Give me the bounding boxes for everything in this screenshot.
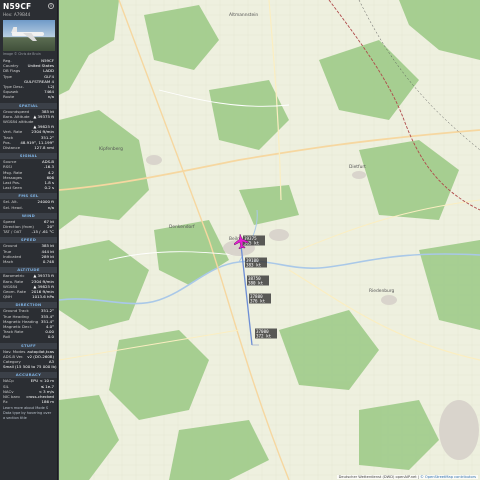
info-row-label: Mach [3,259,14,265]
info-row-label: Type [3,73,12,79]
info-row-label: Roll [3,334,11,340]
info-row-value: Small (15 500 to 75 000 lb) [3,364,57,370]
town-label: Kipfenberg [99,146,123,152]
track-data-label-line2: 372 kt [256,334,272,339]
info-row-label: WGS84 altitude [3,119,34,125]
info-row-value: 1013.6 hPa [32,294,54,300]
info-row-value: n/a [47,94,54,100]
track-data-label: 38750380 kt [247,275,269,286]
attribution-text: Deutscher Wetterdienst (DWD) openAIP.net [338,475,417,479]
photo-credit: Image © Chris de Bruin [3,52,41,56]
map-canvas[interactable]: AltmannsteinKipfenbergBeilngriesDenkendo… [59,0,480,480]
info-row-value: 0.0 [47,334,54,340]
info-row-label: Rc [3,399,8,405]
aircraft-info-list: Reg. N59CF Country United States DB Flags LAD… [0,58,57,100]
info-row-label: Route [3,94,15,100]
hex-code: Hex: A79B44 [3,12,54,17]
info-row: Roll 0.0 [0,334,57,339]
info-row-value: 186 m [41,399,54,405]
track-data-label: 37000372 kt [255,328,277,339]
callsign: N59CF [3,2,32,11]
info-row: QNH 1013.6 hPa [0,294,57,299]
hex-value: A79B44 [13,12,31,17]
track-data-label-line2: 380 kt [248,281,264,286]
info-row: Mach 0.748 [0,259,57,264]
info-row: Last Seen 0.2 s [0,185,57,190]
info-row-label: Last Seen [3,185,23,191]
map-attribution: Deutscher Wetterdienst (DWD) openAIP.net… [336,475,478,479]
track-data-label: 39100383 kt [245,257,267,268]
town-label: Altmannstein [229,12,258,18]
town-label: Riedenburg [369,288,395,294]
sidebar-header: N59CF Hex: A79B44 × [0,0,57,20]
info-row-label: Distance [3,145,21,151]
close-icon[interactable]: × [48,3,54,9]
town-label: Denkendorf [169,224,195,230]
info-row: Small (15 500 to 75 000 lb) [0,364,57,369]
info-row-value: 0.2 s [44,185,54,191]
info-row: TAT / OAT -15 / -61 °C [0,229,57,234]
aircraft-info-sidebar: N59CF Hex: A79B44 × Image © Chris de Bru… [0,0,58,480]
info-row-label: QNH [3,294,12,300]
map-view[interactable]: AltmannsteinKipfenbergBeilngriesDenkendo… [59,0,480,480]
info-sections: SPATIAL Groundspeed 385 kt Baro. Altitude ▲ … [0,102,57,405]
info-row-value: -15 / -61 °C [31,229,54,235]
attribution-link[interactable]: © OpenStreetMap contributors [420,475,476,479]
hex-label: Hex: [3,12,13,17]
aircraft-photo[interactable] [3,20,55,51]
track-data-label-line2: 383 kt [246,263,262,268]
info-row: Route n/a [0,94,57,99]
info-row-value: ▲ 39375 ft [33,113,54,119]
info-row-value: n/a [47,204,54,210]
info-row-value: 0.748 [42,259,54,265]
track-data-label-line2: 376 kt [250,299,266,304]
info-row-label: Sel. Head. [3,204,23,210]
info-row: Sel. Head. n/a [0,205,57,210]
footnote: Learn more about Mode S Data type by hov… [3,406,52,420]
info-row-value: 127.8 nmi [34,145,54,151]
info-row: Distance 127.8 nmi [0,145,57,150]
track-data-label: 37800376 kt [249,293,271,304]
info-row-label: TAT / OAT [3,229,22,235]
town-label: Dietfurt [349,164,366,170]
